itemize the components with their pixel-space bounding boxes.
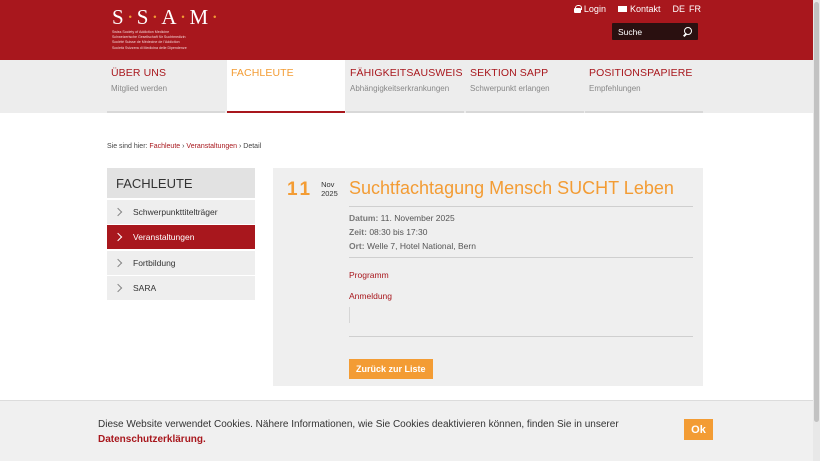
sidebar-item-label: Schwerpunkttitelträger [133,206,218,217]
chevron-right-icon [113,207,123,216]
anmeldung-link[interactable]: Anmeldung [349,291,392,301]
sidebar-item-fortbildung[interactable]: Fortbildung [107,250,255,275]
sidebar-item-label: Fortbildung [133,257,176,268]
nav-divider [585,111,703,113]
nav-item-subtitle[interactable]: Schwerpunkt erlangen [470,84,584,93]
ssam-logo[interactable]: S·S·A·M· Swiss Society of Addiction Medi… [112,5,242,50]
scrollbar[interactable] [813,0,820,461]
event-time-label: Zeit: [349,227,367,237]
breadcrumb-fachleute-link[interactable]: Fachleute [149,143,180,150]
nav-divider [466,111,584,113]
breadcrumb-separator: › [182,143,185,150]
logo-tagline-it: Società Svizzera di Medicina delle Dipen… [112,45,187,50]
language-switch: DE FR [672,4,701,14]
event-time-value: 08:30 bis 17:30 [369,227,428,237]
cookie-message: Diese Website verwendet Cookies. Nähere … [98,417,658,447]
sidebar-item-veranstaltungen[interactable]: Veranstaltungen [107,225,255,249]
event-time-row: Zeit: 08:30 bis 17:30 [349,225,476,239]
site-header: S·S·A·M· Swiss Society of Addiction Medi… [0,0,813,60]
top-links: Login Kontakt DE FR [573,4,701,14]
nav-item-subtitle[interactable]: Mitglied werden [111,84,225,93]
event-month-year: Nov 2025 [321,180,338,198]
event-place-label: Ort: [349,241,365,251]
main-nav: ÜBER UNS Mitglied werden FACHLEUTE FÄHIG… [0,60,813,113]
scrollbar-thumb[interactable] [814,2,819,422]
breadcrumb-current: Detail [243,143,262,150]
nav-item-faehigkeitsausweis[interactable]: FÄHIGKEITSAUSWEIS Abhängigkeitserkrankun… [346,60,464,113]
nav-item-subtitle[interactable]: Abhängigkeitserkrankungen [350,84,464,93]
event-date-value: 11. November 2025 [380,213,455,223]
sidebar-heading: FACHLEUTE [107,168,255,198]
lang-fr-link[interactable]: FR [689,4,701,14]
logo-tagline-de: Schweizerische Gesellschaft für Suchtmed… [112,35,186,40]
logo-wordmark: S·S·A·M· [112,5,222,29]
event-title: Suchtfachtagung Mensch SUCHT Leben [349,178,674,198]
mail-icon [617,6,627,12]
event-date-badge: 11 Nov 2025 [287,180,338,200]
sidebar-item-schwerpunkttitel[interactable]: Schwerpunkttitelträger [107,199,255,224]
sidebar: FACHLEUTE Schwerpunkttitelträger Veranst… [107,168,255,300]
search-icon[interactable] [682,26,692,37]
nav-divider [346,111,464,113]
event-date-row: Datum: 11. November 2025 [349,211,476,225]
nav-item-title: ÜBER UNS [111,67,167,79]
nav-item-title: POSITIONSPAPIERE [589,67,693,79]
nav-item-positionspapiere[interactable]: POSITIONSPAPIERE Empfehlungen [585,60,703,113]
cookie-text: Diese Website verwendet Cookies. Nähere … [98,419,619,430]
contact-label: Kontakt [629,4,661,14]
nav-item-title: FACHLEUTE [231,67,294,79]
contact-link[interactable]: Kontakt [617,4,661,14]
event-day: 11 [287,179,314,200]
event-place-row: Ort: Welle 7, Hotel National, Bern [349,239,476,253]
login-label: Login [583,4,606,14]
search-box [612,23,698,40]
search-input[interactable] [618,26,678,37]
sidebar-item-sara[interactable]: SARA [107,276,255,300]
breadcrumb: Sie sind hier: Fachleute › Veranstaltung… [107,143,261,150]
breadcrumb-veranstaltungen-link[interactable]: Veranstaltungen [186,143,237,150]
event-year: 2025 [321,189,338,198]
divider [349,307,350,323]
back-to-list-button[interactable]: Zurück zur Liste [349,359,433,379]
nav-item-title: SEKTION SAPP [470,67,549,79]
event-detail-card: 11 Nov 2025 Suchtfachtagung Mensch SUCHT… [273,168,703,386]
event-meta: Datum: 11. November 2025 Zeit: 08:30 bis… [349,211,476,253]
event-place-value: Welle 7, Hotel National, Bern [366,241,476,251]
login-link[interactable]: Login [573,4,606,14]
cookie-ok-button[interactable]: Ok [684,419,713,440]
nav-divider [107,111,225,113]
divider [349,257,693,258]
divider [349,336,693,337]
event-month: Nov [321,180,335,189]
sidebar-item-label: SARA [133,283,157,293]
chevron-right-icon [113,232,123,242]
divider [349,206,693,207]
logo-tagline-fr: Société Suisse de Médecine de l'Addictio… [112,40,180,45]
event-date-label: Datum: [349,213,379,223]
nav-item-sektion-sapp[interactable]: SEKTION SAPP Schwerpunkt erlangen [466,60,584,113]
lock-icon [573,5,582,13]
lang-de-link[interactable]: DE [672,4,685,14]
chevron-right-icon [113,283,123,293]
nav-item-subtitle[interactable]: Empfehlungen [589,84,703,93]
chevron-right-icon [113,258,123,267]
nav-item-title: FÄHIGKEITSAUSWEIS [350,67,463,79]
sidebar-item-label: Veranstaltungen [133,232,195,242]
logo-tagline-en: Swiss Society of Addiction Medicine [112,30,170,34]
programm-link[interactable]: Programm [349,270,389,280]
breadcrumb-prefix: Sie sind hier: [107,143,148,150]
breadcrumb-separator: › [238,143,242,150]
nav-item-ueber-uns[interactable]: ÜBER UNS Mitglied werden [107,60,225,113]
nav-item-fachleute[interactable]: FACHLEUTE [227,60,345,113]
privacy-policy-link[interactable]: Datenschutzerklärung. [98,434,206,445]
